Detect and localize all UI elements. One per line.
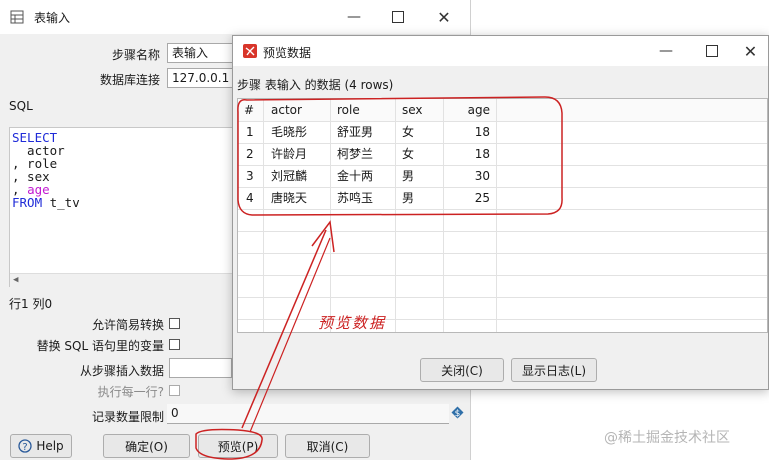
watermark: @稀土掘金技术社区 — [604, 430, 730, 446]
table-highlight-circle — [237, 96, 563, 216]
annotation-overlay — [195, 96, 563, 460]
annotation-text: 预览数据 — [318, 314, 387, 332]
annotation-arrow-line — [249, 237, 331, 433]
annotation-arrow-line — [241, 229, 327, 429]
preview-button-highlight — [195, 428, 263, 460]
